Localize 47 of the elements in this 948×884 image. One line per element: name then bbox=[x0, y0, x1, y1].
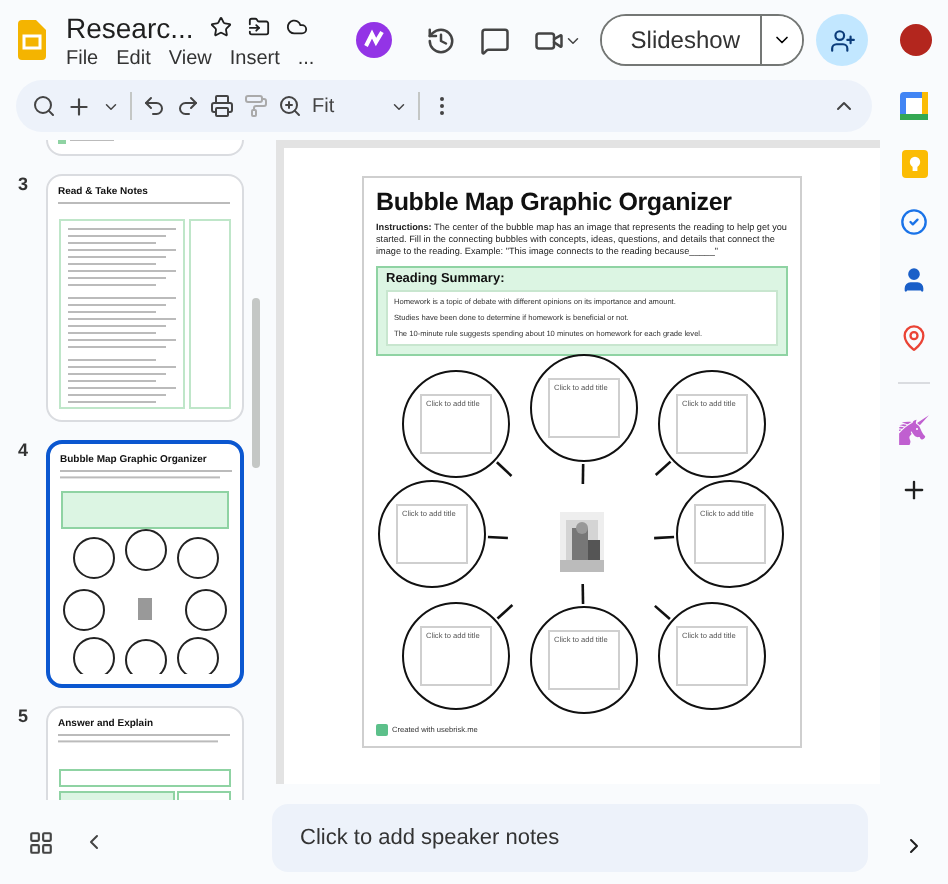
brand-icon bbox=[376, 723, 388, 736]
slide-number: 3 bbox=[18, 174, 31, 198]
undo-icon[interactable] bbox=[142, 94, 166, 118]
print-icon[interactable] bbox=[210, 94, 234, 118]
tasks-icon[interactable] bbox=[900, 208, 928, 236]
connector-line bbox=[654, 459, 672, 476]
connector-line bbox=[654, 534, 675, 539]
zoom-icon[interactable] bbox=[278, 94, 302, 118]
slide-title: Bubble Map Graphic Organizer bbox=[376, 188, 734, 216]
redo-icon[interactable] bbox=[176, 94, 200, 118]
menu-item[interactable]: Insert bbox=[229, 47, 280, 69]
history-icon[interactable] bbox=[426, 25, 457, 55]
document-title[interactable]: Researc... bbox=[66, 11, 194, 43]
cloud-icon[interactable] bbox=[285, 16, 308, 38]
menu-item[interactable]: Edit bbox=[116, 47, 151, 69]
share-button[interactable] bbox=[816, 14, 868, 66]
add-person-icon[interactable] bbox=[829, 27, 855, 53]
folder-icon[interactable] bbox=[247, 16, 270, 38]
zoom-select[interactable]: Fit bbox=[312, 95, 380, 117]
connector-line bbox=[496, 460, 513, 477]
slideshow-button[interactable]: Slideshow bbox=[602, 16, 762, 64]
menu-item[interactable]: ... bbox=[297, 47, 315, 69]
avatar[interactable] bbox=[900, 24, 932, 56]
extension-icon[interactable] bbox=[356, 22, 393, 58]
scrollbar[interactable] bbox=[252, 298, 260, 468]
contacts-icon[interactable] bbox=[900, 266, 928, 294]
connector-line bbox=[654, 604, 671, 620]
calendar-icon[interactable] bbox=[900, 92, 928, 120]
plus-icon[interactable] bbox=[900, 476, 928, 504]
connector-line bbox=[496, 603, 514, 619]
grid-view-icon[interactable] bbox=[28, 829, 54, 855]
slide-number: 5 bbox=[18, 706, 31, 730]
connector-line bbox=[581, 463, 585, 484]
slideshow-options-button[interactable] bbox=[762, 16, 802, 64]
menu-item[interactable]: File bbox=[66, 47, 99, 69]
search-icon[interactable] bbox=[32, 94, 56, 118]
slide-number: 4 bbox=[18, 440, 31, 464]
plus-icon[interactable] bbox=[66, 93, 92, 119]
speaker-notes-field[interactable]: Click to add speaker notes bbox=[272, 804, 868, 872]
connector-line bbox=[581, 583, 585, 604]
menu-item[interactable]: View bbox=[168, 47, 212, 69]
comment-icon[interactable] bbox=[480, 25, 511, 55]
map-pin-icon[interactable] bbox=[900, 324, 928, 352]
slide[interactable] bbox=[362, 176, 802, 748]
star-icon[interactable] bbox=[209, 16, 232, 38]
unicorn-icon[interactable] bbox=[898, 414, 930, 446]
connector-line bbox=[487, 534, 508, 539]
